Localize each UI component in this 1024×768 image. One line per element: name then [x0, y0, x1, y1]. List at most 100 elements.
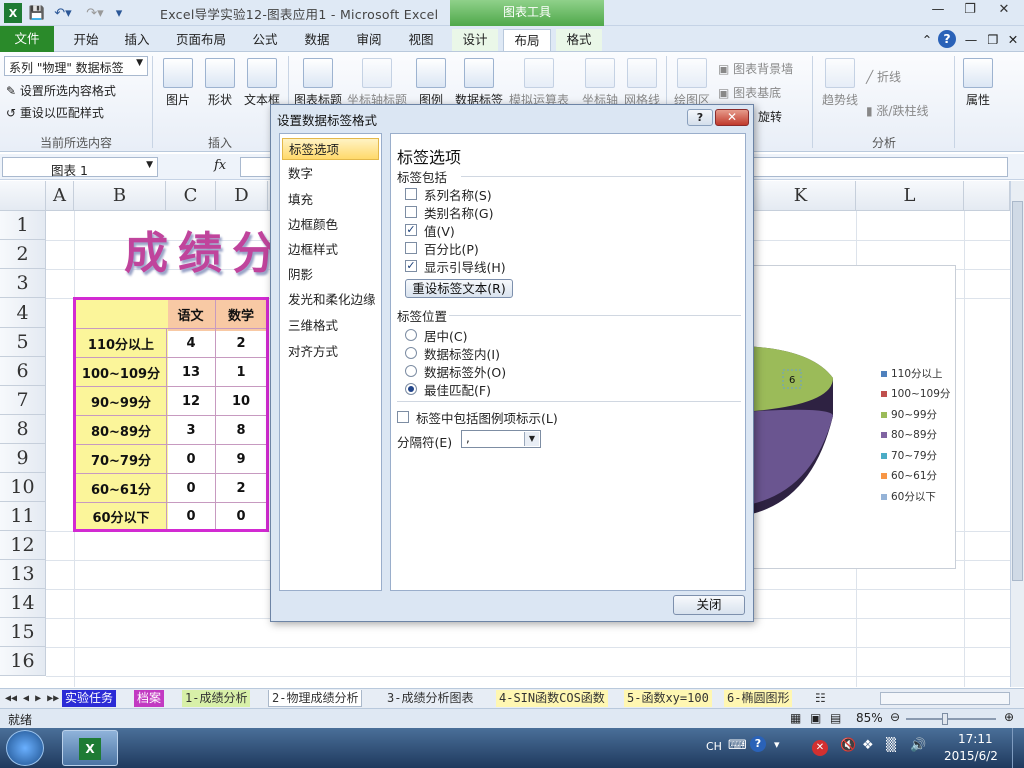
table-cell[interactable]: 9 [216, 444, 266, 473]
select-all-corner[interactable] [0, 181, 46, 211]
checkbox-percentage[interactable]: 百分比(P) [405, 240, 479, 257]
row-header[interactable]: 7 [0, 386, 46, 415]
checkbox-series-name[interactable]: 系列名称(S) [405, 186, 492, 203]
customize-qat-icon[interactable]: ▾ [112, 3, 126, 23]
dialog-close-icon[interactable]: ✕ [715, 109, 749, 126]
page-break-view-icon[interactable]: ▤ [830, 711, 841, 725]
column-header-partial[interactable] [964, 181, 1010, 211]
reset-style-button[interactable]: ↺ 重设以匹配样式 [6, 104, 104, 121]
redo-icon[interactable]: ↷▾ [82, 3, 108, 23]
tab-insert[interactable]: 插入 [114, 29, 160, 51]
nav-border-style[interactable]: 边框样式 [282, 239, 379, 261]
save-icon[interactable]: 💾 [28, 3, 46, 23]
table-cell[interactable]: 1 [216, 357, 266, 386]
pie-chart[interactable]: 6 110分以上 100~109分 90~99分 80~89分 70~79分 6… [740, 265, 956, 569]
shapes-button[interactable]: 形状 [202, 58, 238, 108]
chart-floor-button[interactable]: ▣ 图表基底 [718, 84, 781, 101]
radio-center[interactable]: 居中(C) [405, 327, 467, 344]
table-cell[interactable]: 12 [166, 386, 216, 415]
legend-button[interactable]: 图例 [412, 58, 450, 108]
table-row-label[interactable]: 90~99分 [76, 386, 166, 415]
help-icon[interactable]: ? [938, 30, 956, 48]
sheet-tab[interactable]: 3-成绩分析图表 [384, 690, 476, 707]
row-header[interactable]: 4 [0, 298, 46, 328]
close-icon[interactable]: ✕ [990, 2, 1018, 22]
show-desktop-button[interactable] [1012, 728, 1024, 768]
nav-glow-soft-edges[interactable]: 发光和柔化边缘 [282, 289, 379, 311]
row-header[interactable]: 1 [0, 211, 46, 240]
excel-logo-icon[interactable]: X [4, 3, 22, 23]
tab-home[interactable]: 开始 [62, 29, 110, 51]
column-header[interactable]: L [856, 181, 964, 211]
axes-button[interactable]: 坐标轴 [580, 58, 620, 108]
tab-file[interactable]: 文件 [0, 26, 54, 52]
table-cell[interactable]: 0 [166, 444, 216, 473]
table-cell[interactable]: 8 [216, 415, 266, 444]
row-header[interactable]: 10 [0, 473, 46, 502]
axis-titles-button[interactable]: 坐标轴标题 [346, 58, 408, 108]
keyboard-icon[interactable]: ⌨ [728, 738, 747, 753]
sheet-tab[interactable]: 6-椭圆图形 [724, 690, 793, 707]
restore-icon[interactable]: ❐ [956, 2, 984, 22]
column-header[interactable]: C [166, 181, 216, 211]
tab-view[interactable]: 视图 [400, 29, 442, 51]
rotation-button[interactable]: 旋转 [758, 108, 782, 125]
textbox-button[interactable]: 文本框 [242, 58, 282, 108]
tab-layout[interactable]: 布局 [503, 29, 551, 51]
table-row-label[interactable]: 80~89分 [76, 415, 166, 444]
checkbox-value[interactable]: ✓ 值(V) [405, 222, 455, 239]
sound-muted-icon[interactable]: 🔇 [840, 738, 856, 753]
close-button[interactable]: 关闭 [673, 595, 745, 615]
row-header[interactable]: 12 [0, 531, 46, 560]
nav-shadow[interactable]: 阴影 [282, 264, 379, 286]
undo-icon[interactable]: ↶▾ [50, 3, 76, 23]
table-cell[interactable]: 0 [216, 502, 266, 529]
table-header[interactable]: 语文 [166, 300, 216, 329]
checkbox-legend-key[interactable]: 标签中包括图例项标示(L) [397, 409, 558, 426]
chart-wall-button[interactable]: ▣ 图表背景墙 [718, 60, 793, 77]
picture-button[interactable]: 图片 [160, 58, 196, 108]
ribbon-collapse-icon[interactable]: ⌃ [918, 29, 936, 51]
vertical-scrollbar[interactable] [1010, 181, 1024, 687]
table-cell[interactable]: 0 [166, 502, 216, 529]
zoom-slider[interactable] [906, 718, 996, 720]
fx-icon[interactable]: fx [214, 158, 226, 173]
table-row-label[interactable]: 100~109分 [76, 357, 166, 386]
sheet-tab[interactable]: 5-函数xy=100 [624, 690, 712, 707]
sheet-tab-active[interactable]: 2-物理成绩分析 [268, 690, 363, 707]
wb-minimize-icon[interactable]: — [962, 29, 980, 51]
sheet-tab[interactable]: 1-成绩分析 [182, 690, 251, 707]
row-header[interactable]: 13 [0, 560, 46, 589]
chart-element-selector[interactable]: 系列 "物理" 数据标签 ▼ [4, 56, 148, 76]
table-row-label[interactable]: 60分以下 [76, 502, 166, 529]
nav-3d-format[interactable]: 三维格式 [282, 315, 379, 337]
tab-format[interactable]: 格式 [556, 29, 602, 51]
page-layout-view-icon[interactable]: ▣ [810, 711, 821, 725]
help-tray-icon[interactable]: ? [750, 736, 766, 752]
start-button-icon[interactable] [6, 730, 44, 766]
plot-area-button[interactable]: 绘图区 [672, 58, 712, 108]
name-box[interactable]: 图表 1 ▼ [2, 157, 158, 178]
clock-date[interactable]: 2015/6/2 [944, 749, 998, 763]
table-row-label[interactable]: 110分以上 [76, 328, 166, 357]
checkbox-category-name[interactable]: 类别名称(G) [405, 204, 493, 221]
tab-review[interactable]: 审阅 [348, 29, 390, 51]
radio-outside-end[interactable]: 数据标签外(O) [405, 363, 506, 380]
nav-number[interactable]: 数字 [282, 163, 379, 185]
insert-sheet-icon[interactable]: ☷ [812, 690, 829, 707]
clock-time[interactable]: 17:11 [958, 732, 993, 746]
wb-close-icon[interactable]: ✕ [1004, 29, 1022, 51]
nav-border-color[interactable]: 边框颜色 [282, 214, 379, 236]
table-cell[interactable]: 2 [216, 473, 266, 502]
zoom-slider-thumb[interactable] [942, 713, 948, 725]
row-header[interactable]: 6 [0, 357, 46, 386]
trendline-button[interactable]: 趋势线 [820, 58, 860, 108]
sheet-tab[interactable]: 实验任务 [62, 690, 117, 707]
updown-bars-button[interactable]: ▮ 涨/跌柱线 [866, 102, 928, 119]
radio-best-fit[interactable]: 最佳匹配(F) [405, 381, 491, 398]
nav-fill[interactable]: 填充 [282, 189, 379, 211]
zoom-out-icon[interactable]: ⊖ [890, 710, 900, 724]
tray-expand-icon[interactable]: ▾ [774, 738, 780, 751]
row-header[interactable]: 3 [0, 269, 46, 298]
zoom-level[interactable]: 85% [856, 711, 883, 725]
